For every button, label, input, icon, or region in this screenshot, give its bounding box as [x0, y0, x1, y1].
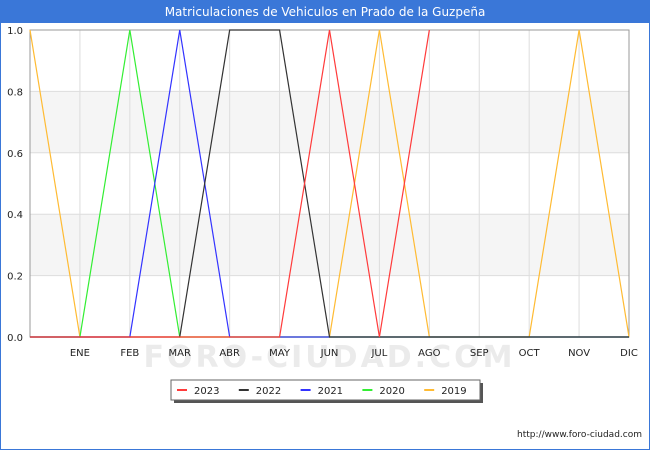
x-tick-label: FEB	[120, 348, 139, 359]
x-tick-label: JUL	[370, 348, 387, 359]
legend-label-2020: 2020	[379, 386, 404, 397]
x-tick-label: NOV	[568, 348, 590, 359]
line-chart: FORO-CIUDAD.COM0.00.20.40.60.81.0ENE FEB M…	[7, 26, 638, 403]
x-tick-label: ENE	[70, 348, 90, 359]
x-tick-label: OCT	[519, 348, 541, 359]
y-tick-label: 1.0	[7, 26, 23, 37]
x-tick-label: ABR	[219, 348, 240, 359]
source-url: http://www.foro-ciudad.com	[517, 430, 642, 440]
y-tick-label: 0.8	[7, 87, 23, 98]
x-tick-label: SEP	[470, 348, 489, 359]
x-tick-label: MAY	[269, 348, 291, 359]
y-tick-label: 0.4	[7, 210, 23, 221]
x-tick-label: JUN	[320, 348, 339, 359]
x-tick-label: DIC	[620, 348, 638, 359]
legend-label-2019: 2019	[441, 386, 466, 397]
y-tick-label: 0.2	[7, 272, 23, 283]
legend-label-2023: 2023	[194, 386, 219, 397]
y-tick-label: 0.0	[7, 333, 23, 344]
x-tick-label: MAR	[169, 348, 191, 359]
legend-label-2022: 2022	[256, 386, 281, 397]
y-tick-label: 0.6	[7, 149, 23, 160]
legend-label-2021: 2021	[318, 386, 343, 397]
x-tick-label: AGO	[418, 348, 440, 359]
